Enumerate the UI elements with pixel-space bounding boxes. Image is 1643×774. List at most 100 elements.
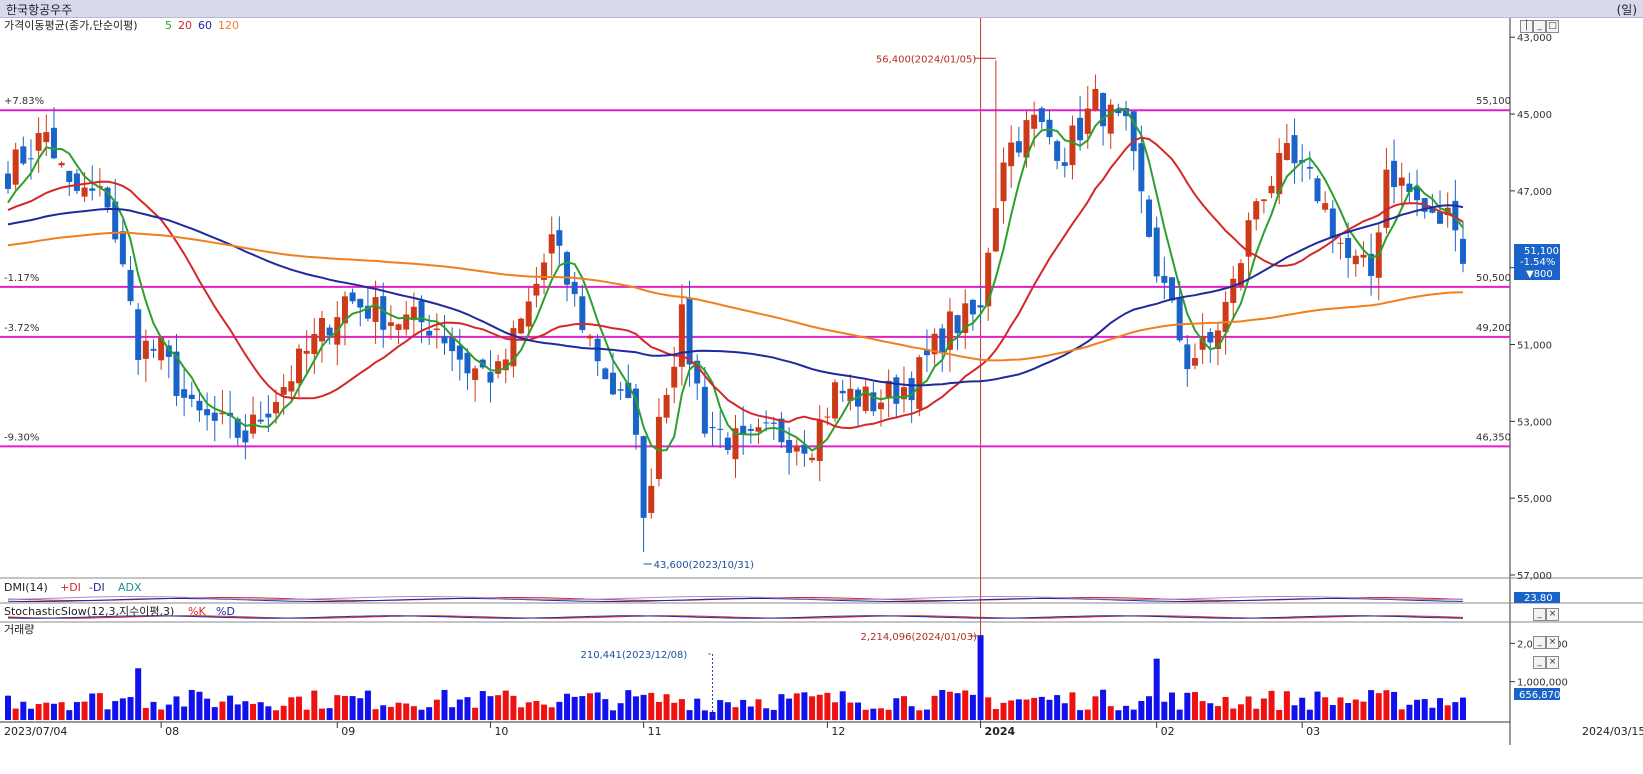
x-month-label: 10	[494, 725, 508, 738]
candle-body	[357, 298, 364, 308]
volume-bar	[303, 709, 310, 720]
volume-bar	[1153, 658, 1160, 720]
candle-body	[1260, 199, 1267, 202]
volume-bar	[456, 699, 463, 720]
candle-body	[150, 348, 157, 351]
volume-bar	[1061, 703, 1068, 720]
volume-bar	[1199, 701, 1206, 720]
panel-restore-button[interactable]: □	[1546, 20, 1559, 33]
volume-bar	[809, 696, 816, 720]
panel-minimize-button[interactable]: _	[1533, 20, 1546, 33]
candle-body	[1138, 143, 1145, 192]
stock-chart[interactable]: 57,00055,00053,00051,00049,00047,00045,0…	[0, 0, 1643, 774]
candle-body	[66, 170, 73, 183]
candle-body	[571, 281, 578, 295]
volume-bar	[273, 710, 280, 720]
volume-bar	[502, 690, 509, 720]
candle-body	[119, 231, 126, 265]
candle-body	[1283, 143, 1290, 161]
volume-bar	[257, 702, 264, 720]
volume-legend-name: 거래량	[4, 623, 34, 636]
candle-body	[1176, 298, 1183, 341]
volume-bar	[1191, 692, 1198, 720]
volume-bar	[571, 696, 578, 720]
candle-body	[288, 381, 295, 392]
candle-body	[809, 457, 816, 461]
volume-bar	[556, 701, 563, 720]
volume-bar	[763, 708, 770, 720]
volume-bar	[931, 695, 938, 720]
candle-body	[257, 419, 264, 422]
x-month-label: 09	[341, 725, 355, 738]
volume-bar	[1169, 692, 1175, 720]
candle-body	[426, 330, 433, 336]
volume-bar	[318, 708, 325, 720]
y-tick-label: 47,000	[1517, 187, 1552, 198]
level-price-label: 50,500	[1476, 273, 1511, 284]
candle-body	[1146, 199, 1153, 237]
candle-body	[1015, 141, 1022, 153]
low-annotation: 43,600(2023/10/31)	[654, 560, 755, 571]
volume-bar	[43, 702, 50, 720]
candle-body	[1268, 185, 1275, 194]
x-month-label: 2024	[985, 725, 1016, 738]
volume-bar	[1352, 699, 1359, 720]
volume-bar	[173, 696, 180, 720]
x-start-label: 2023/07/04	[4, 725, 67, 738]
x-month-label: 11	[648, 725, 662, 738]
stoch-close-button[interactable]: ×	[1546, 636, 1559, 649]
volume-bar	[640, 694, 647, 720]
volume-bar	[832, 702, 839, 720]
volume-bar	[227, 695, 234, 720]
candle-body	[410, 306, 417, 320]
volume-bar	[1283, 691, 1290, 720]
candle-body	[27, 158, 34, 160]
volume-bar	[364, 690, 371, 720]
candle-body	[1314, 178, 1321, 202]
volume-bar	[1437, 698, 1444, 720]
candle-body	[273, 402, 280, 414]
volume-bar	[801, 692, 808, 720]
volume-bar	[296, 696, 302, 720]
dmi-minimize-button[interactable]: _	[1533, 608, 1546, 621]
volume-bar	[1391, 691, 1398, 720]
candle-body	[1069, 125, 1076, 166]
volume-bar	[900, 696, 907, 720]
candle-body	[977, 305, 984, 308]
volume-bar	[1230, 708, 1237, 720]
current-price: 51,100	[1524, 246, 1559, 257]
candle-body	[640, 436, 647, 518]
candle-body	[655, 416, 662, 480]
volume-bar	[985, 697, 992, 720]
volume-minimize-button[interactable]: _	[1533, 656, 1546, 669]
volume-bar	[403, 703, 410, 720]
volume-bar	[395, 702, 402, 720]
volume-bar	[740, 699, 747, 720]
volume-bar	[1084, 709, 1091, 720]
volume-bar	[349, 696, 356, 720]
candle-body	[1161, 275, 1168, 283]
panel-line-button[interactable]: │	[1520, 20, 1533, 33]
volume-bar	[587, 693, 593, 720]
dmi-legend-name: DMI(14)	[4, 581, 48, 594]
stoch-minimize-button[interactable]: _	[1533, 636, 1546, 649]
candle-body	[20, 146, 27, 164]
candle-body	[1077, 117, 1084, 141]
volume-bar	[50, 703, 57, 720]
ma-legend-20: 20	[178, 19, 192, 32]
dmi-close-button[interactable]: ×	[1546, 608, 1559, 621]
ma-legend-60: 60	[198, 19, 212, 32]
x-month-label: 08	[165, 725, 179, 738]
volume-bar	[778, 694, 785, 720]
volume-bar	[1214, 706, 1221, 720]
volume-bar	[1245, 696, 1252, 720]
level-pct-label: -1.17%	[4, 273, 39, 284]
volume-close-button[interactable]: ×	[1546, 656, 1559, 669]
candle-body	[5, 173, 11, 189]
volume-bar	[594, 692, 601, 720]
candle-body	[181, 389, 188, 398]
volume-bar	[977, 635, 984, 720]
volume-bar	[793, 693, 800, 720]
volume-bar	[35, 704, 42, 720]
volume-bar	[250, 703, 257, 720]
